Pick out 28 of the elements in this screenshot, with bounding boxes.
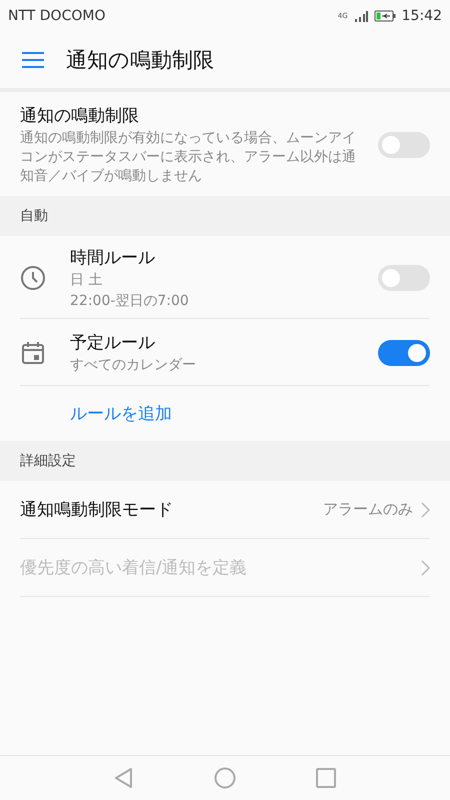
- rule-title: 時間ルール: [70, 246, 156, 269]
- calendar-icon: [20, 340, 46, 366]
- add-rule-link[interactable]: ルールを追加: [70, 404, 172, 424]
- carrier-name: NTT DOCOMO: [8, 8, 106, 24]
- section-header: 詳細設定: [0, 441, 450, 482]
- toggle-switch[interactable]: [378, 340, 430, 366]
- setting-title: 通知の鳴動制限: [20, 105, 140, 127]
- chevron-icon: [421, 560, 430, 576]
- battery-icon: [374, 10, 396, 22]
- clock-icon: [20, 265, 46, 292]
- page-title: 通知の鳴動制限: [66, 47, 214, 74]
- setting-title[interactable]: 通知鳴動制限モード: [20, 498, 315, 522]
- chevron-icon: [421, 502, 430, 518]
- rule-title: 予定ルール: [70, 332, 156, 354]
- menu-icon[interactable]: [22, 52, 44, 68]
- toggle-switch[interactable]: [378, 265, 430, 292]
- recents-icon[interactable]: [316, 768, 336, 788]
- setting-description: 通知の鳴動制限が有効になっている場合、ムーンアイコンがステータスバーに表示され、アラーム以外は通知音／バイブが鳴動しません: [20, 129, 357, 186]
- back-icon[interactable]: [114, 767, 134, 789]
- rule-detail: 日 土: [70, 270, 104, 290]
- clock-time: 15:42: [402, 8, 442, 24]
- rule-detail: 22:00-翌日の7:00: [70, 292, 190, 310]
- rule-detail: すべてのカレンダー: [70, 356, 197, 376]
- signal-icon: [354, 10, 368, 22]
- toggle-switch[interactable]: [378, 132, 430, 158]
- setting-value: アラームのみ: [323, 500, 413, 520]
- home-icon[interactable]: [214, 767, 236, 789]
- section-header: 自動: [0, 196, 450, 236]
